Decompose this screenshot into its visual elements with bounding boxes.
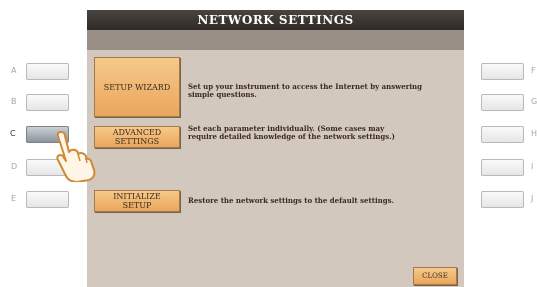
side-letter-g: G [531,97,537,106]
setup-wizard-button[interactable]: SETUP WIZARD [94,57,180,117]
screen-title: NETWORK SETTINGS [87,10,464,30]
side-button-e[interactable] [26,191,69,208]
initialize-setup-button[interactable]: INITIALIZE SETUP [94,190,180,212]
advanced-settings-description: Set each parameter individually. (Some c… [188,124,395,141]
side-button-g[interactable] [481,94,524,111]
title-underbar [87,30,464,50]
side-letter-i: I [531,162,534,171]
side-button-h[interactable] [481,126,524,143]
side-button-a[interactable] [26,63,69,80]
setup-wizard-description: Set up your instrument to access the Int… [188,82,422,99]
side-button-b[interactable] [26,94,69,111]
side-letter-h: H [531,129,537,138]
side-letter-a: A [11,66,17,75]
side-letter-b: B [11,97,17,106]
side-letter-f: F [531,66,536,75]
side-button-j[interactable] [481,191,524,208]
close-button[interactable]: CLOSE [413,267,457,285]
side-letter-d: D [11,162,18,171]
side-letter-j: J [531,194,534,203]
side-letter-c: C [10,129,16,138]
side-button-i[interactable] [481,159,524,176]
pointing-hand-icon [56,131,96,182]
side-letter-e: E [11,194,17,203]
initialize-setup-description: Restore the network settings to the defa… [188,196,394,205]
advanced-settings-button[interactable]: ADVANCED SETTINGS [94,126,180,148]
side-button-f[interactable] [481,63,524,80]
network-settings-screen: NETWORK SETTINGS SETUP WIZARD Set up you… [87,10,464,287]
